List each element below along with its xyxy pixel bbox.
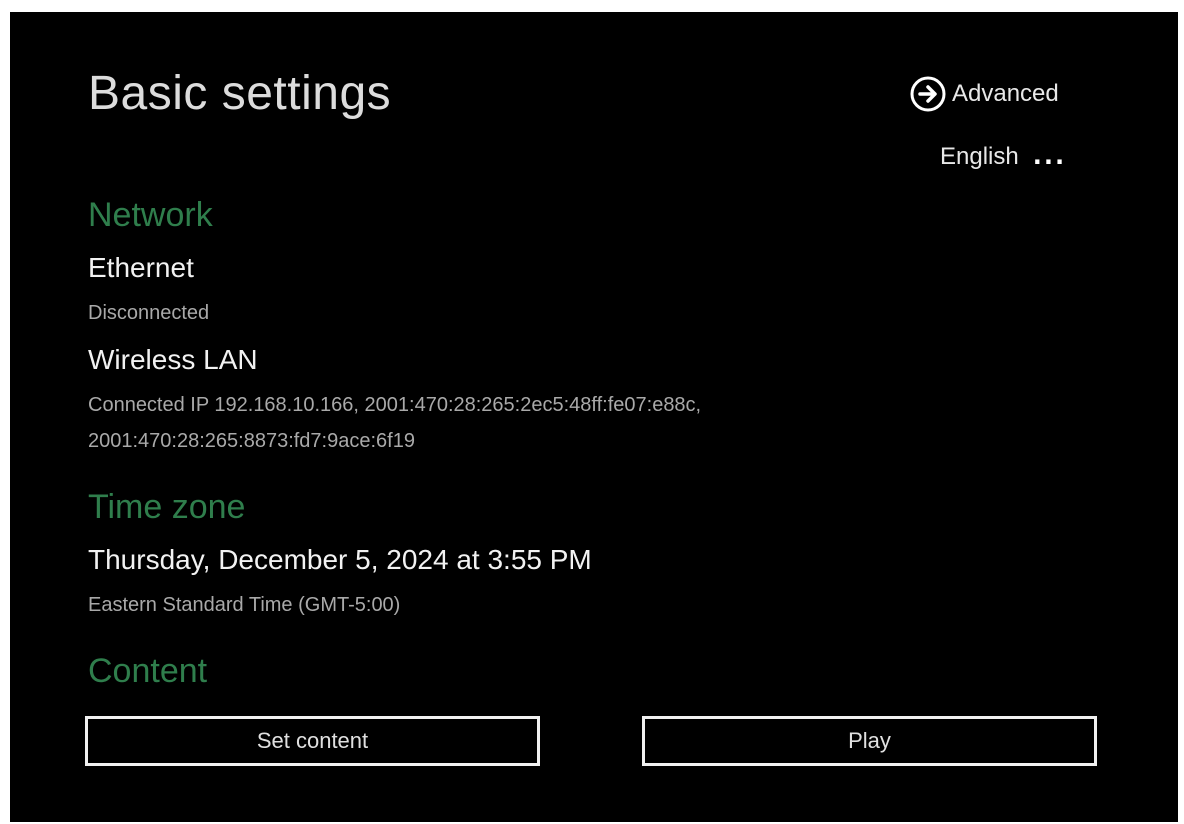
- language-selector[interactable]: English ...: [940, 142, 1066, 171]
- wireless-status-line1: Connected IP 192.168.10.166, 2001:470:28…: [88, 394, 702, 416]
- datetime-value[interactable]: Thursday, December 5, 2024 at 3:55 PM: [88, 544, 592, 576]
- wireless-status-line2: 2001:470:28:265:8873:fd7:9ace:6f19: [88, 430, 415, 452]
- language-label: English: [940, 143, 1019, 170]
- more-options-icon[interactable]: ...: [1033, 142, 1066, 170]
- network-heading: Network: [88, 196, 213, 234]
- content-heading: Content: [88, 652, 208, 690]
- ethernet-title[interactable]: Ethernet: [88, 252, 194, 284]
- set-content-button[interactable]: Set content: [85, 716, 540, 766]
- ethernet-status: Disconnected: [88, 302, 210, 324]
- wireless-title[interactable]: Wireless LAN: [88, 344, 258, 376]
- time-zone-heading: Time zone: [88, 488, 246, 526]
- page-title: Basic settings: [88, 67, 392, 120]
- settings-screen: Basic settings Advanced English ... Netw…: [10, 12, 1178, 822]
- advanced-label: Advanced: [952, 80, 1059, 107]
- advanced-link[interactable]: Advanced: [910, 76, 1059, 112]
- time-zone-value: Eastern Standard Time (GMT-5:00): [88, 594, 401, 616]
- arrow-circle-right-icon: [910, 76, 946, 112]
- play-button[interactable]: Play: [642, 716, 1097, 766]
